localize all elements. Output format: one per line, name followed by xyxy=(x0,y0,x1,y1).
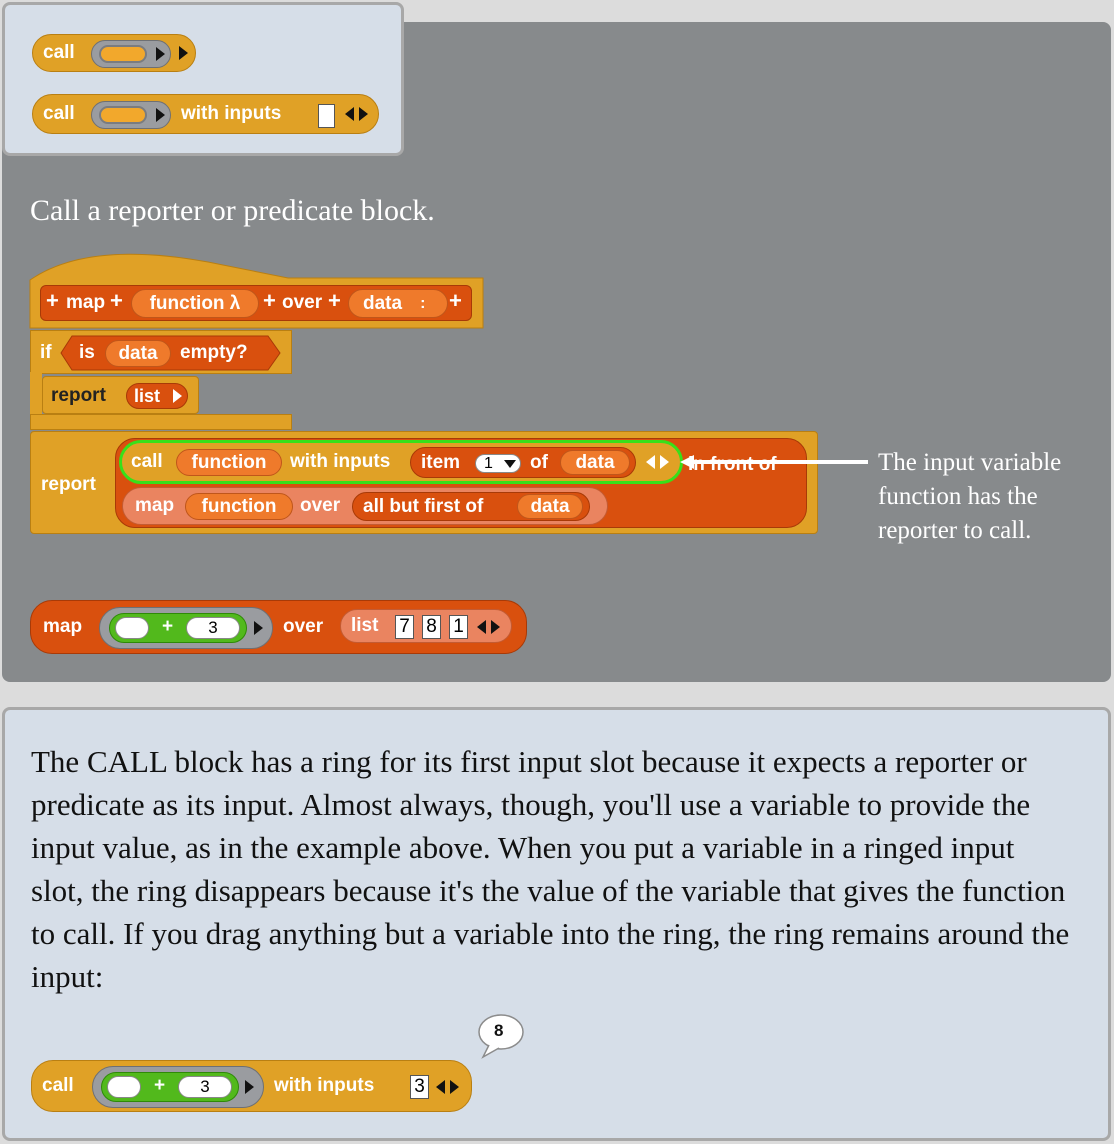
ring-hole xyxy=(99,106,147,124)
call-label: call xyxy=(43,103,75,124)
data-parameter[interactable]: data : xyxy=(348,289,448,318)
add-input-arrow-icon[interactable] xyxy=(450,1080,459,1094)
empty-slot[interactable] xyxy=(107,1076,141,1098)
list-label: list xyxy=(351,615,379,636)
function-variable[interactable]: function xyxy=(185,493,293,520)
list-item-slot[interactable]: 1 xyxy=(449,615,468,639)
map-label: map xyxy=(43,616,83,637)
data-variable[interactable]: data xyxy=(105,340,171,367)
report-label: report xyxy=(41,474,96,495)
call-with-inputs-block[interactable]: call function with inputs item 1 of data xyxy=(119,440,683,484)
add-input-arrow-icon[interactable] xyxy=(359,107,368,121)
list-label: list xyxy=(134,385,161,406)
ring-arrow-icon[interactable] xyxy=(156,108,165,122)
result-value: 8 xyxy=(494,1021,504,1040)
ring-slot[interactable] xyxy=(91,101,171,129)
report-label: report xyxy=(51,385,106,406)
ring-arrow-icon[interactable] xyxy=(245,1080,254,1094)
over-label: over xyxy=(283,616,324,637)
call-label: call xyxy=(42,1075,74,1096)
all-but-first-block[interactable]: all but first of data xyxy=(352,492,590,521)
input-slot[interactable]: 3 xyxy=(410,1075,429,1099)
if-label: if xyxy=(40,342,52,363)
data-label: data xyxy=(363,292,403,314)
remove-input-arrow-icon[interactable] xyxy=(646,455,655,469)
is-label: is xyxy=(79,342,95,363)
in-front-of-label: in front of xyxy=(688,454,777,475)
map-label: map xyxy=(135,495,175,516)
map-recursive-block[interactable]: map function over all but first of data xyxy=(122,487,608,525)
ring-arrow-icon[interactable] xyxy=(156,47,165,61)
plus-icon[interactable]: + xyxy=(449,288,462,314)
input-slot[interactable] xyxy=(318,104,335,128)
remove-input-arrow-icon[interactable] xyxy=(436,1080,445,1094)
report-list-block[interactable]: report list xyxy=(42,376,199,414)
add-item-arrow-icon[interactable] xyxy=(491,620,500,634)
empty-slot[interactable] xyxy=(115,617,149,639)
plus-icon[interactable]: + xyxy=(110,288,123,314)
plus-sign: + xyxy=(154,1075,166,1096)
all-but-first-label: all but first of xyxy=(363,495,484,517)
report-block[interactable]: report in front of map function over all… xyxy=(30,431,818,534)
call-example-block[interactable]: call + 3 with inputs 3 xyxy=(31,1060,472,1112)
ring-slot[interactable]: + 3 xyxy=(92,1066,264,1108)
caption-text: Call a reporter or predicate block. xyxy=(30,194,435,227)
if-left-bar xyxy=(30,372,42,417)
palette-panel: call call with inputs xyxy=(2,2,404,156)
ring-slot[interactable] xyxy=(91,40,171,68)
annotation-text: The input variable function has the repo… xyxy=(878,449,1062,544)
call-with-inputs-block[interactable]: call with inputs xyxy=(32,94,379,134)
pointer-arrow-icon xyxy=(680,455,694,469)
with-inputs-label: with inputs xyxy=(274,1075,375,1096)
list-block[interactable]: list 7 8 1 xyxy=(340,609,512,643)
item-index-slot[interactable]: 1 xyxy=(475,454,521,473)
remove-input-arrow-icon[interactable] xyxy=(345,107,354,121)
dropdown-icon[interactable] xyxy=(504,460,516,468)
with-inputs-label: with inputs xyxy=(181,103,282,124)
list-item-slot[interactable]: 7 xyxy=(395,615,414,639)
data-variable[interactable]: data xyxy=(560,450,630,475)
empty-label: empty? xyxy=(180,342,248,363)
ring-arrow-icon[interactable] xyxy=(254,621,263,635)
number-slot[interactable]: 3 xyxy=(178,1076,232,1098)
plus-icon[interactable]: + xyxy=(46,288,59,314)
item-label: item xyxy=(421,451,461,473)
explanation-panel: The CALL block has a ring for its first … xyxy=(2,707,1111,1141)
explanation-paragraph: The CALL block has a ring for its first … xyxy=(31,744,1070,994)
plus-icon[interactable]: + xyxy=(328,288,341,314)
plus-icon[interactable]: + xyxy=(263,288,276,314)
over-label: over xyxy=(300,495,341,516)
ring-slot[interactable]: + 3 xyxy=(99,607,273,649)
add-input-arrow-icon[interactable] xyxy=(660,455,669,469)
item-index-value: 1 xyxy=(484,454,493,472)
of-label: of xyxy=(530,451,548,473)
pointer-line xyxy=(692,460,868,464)
expand-arrow-icon[interactable] xyxy=(179,46,188,60)
function-variable[interactable]: function xyxy=(176,449,282,476)
data-variable[interactable]: data xyxy=(517,494,583,519)
remove-item-arrow-icon[interactable] xyxy=(477,620,486,634)
call-block[interactable]: call xyxy=(32,34,196,72)
if-bottom xyxy=(30,414,292,430)
plus-operator-block[interactable]: + 3 xyxy=(109,613,247,643)
call-label: call xyxy=(131,451,163,472)
map-example-block[interactable]: map + 3 over list 7 8 1 xyxy=(30,600,527,654)
function-parameter[interactable]: function λ xyxy=(131,289,259,318)
call-label: call xyxy=(43,42,75,63)
with-inputs-label: with inputs xyxy=(290,451,391,472)
number-slot[interactable]: 3 xyxy=(186,617,240,639)
item-of-block[interactable]: item 1 of data xyxy=(410,447,636,478)
ring-hole xyxy=(99,45,147,63)
list-type-icon: : xyxy=(420,294,426,312)
list-item-slot[interactable]: 8 xyxy=(422,615,441,639)
plus-operator-block[interactable]: + 3 xyxy=(101,1072,239,1102)
plus-sign: + xyxy=(162,616,174,637)
map-label: map xyxy=(66,292,106,313)
add-item-arrow-icon[interactable] xyxy=(173,389,182,403)
over-label: over xyxy=(282,292,323,313)
list-block[interactable]: list xyxy=(126,383,188,409)
map-custom-block-prototype[interactable]: + map + function λ + over + data : + xyxy=(40,285,472,321)
